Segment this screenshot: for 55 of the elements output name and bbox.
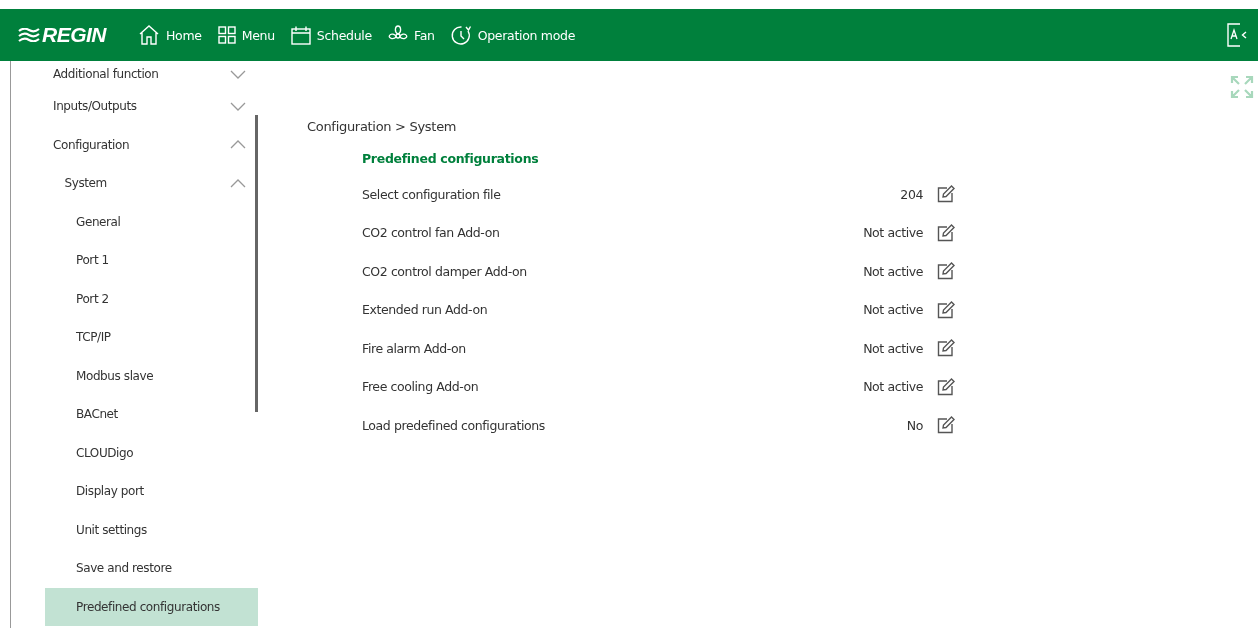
setting-value: Not active [863, 379, 923, 395]
sidebar-item[interactable]: TCP/IP [45, 318, 258, 357]
sidebar-item[interactable]: System [45, 164, 258, 203]
sidebar-item[interactable]: Unit settings [45, 510, 258, 549]
edit-icon[interactable] [937, 416, 956, 435]
sidebar-item[interactable]: Save and restore [45, 549, 258, 588]
sidebar-item[interactable]: Configuration [45, 125, 258, 164]
setting-label: Fire alarm Add-on [362, 340, 467, 356]
chevron-down-icon[interactable] [230, 69, 246, 79]
setting-value: No [906, 417, 923, 433]
setting-value: Not active [863, 340, 923, 356]
edit-icon[interactable] [937, 377, 956, 396]
sidebar-item[interactable]: Modbus slave [45, 356, 258, 395]
setting-label: CO2 control damper Add-on [362, 263, 528, 279]
setting-label: Select configuration file [362, 186, 502, 202]
calendar-icon [290, 25, 311, 45]
logo: REGIN [18, 23, 106, 47]
nav-link[interactable]: Operation mode [450, 24, 576, 46]
chevron-up-icon[interactable] [230, 178, 246, 188]
sidebar-item[interactable]: Predefined configurations [45, 587, 258, 626]
setting-label: Free cooling Add-on [362, 379, 480, 395]
edit-icon[interactable] [937, 185, 956, 204]
sidebar-item[interactable]: Inputs/Outputs [45, 87, 258, 126]
setting-value: Not active [863, 302, 923, 318]
sidebar-item[interactable]: CLOUDigo [45, 433, 258, 472]
setting-value: 204 [900, 186, 923, 202]
breadcrumb: Configuration > System [307, 119, 458, 134]
edit-icon[interactable] [937, 223, 956, 242]
chevron-up-icon[interactable] [230, 140, 246, 150]
setting-label: Load predefined configurations [362, 417, 546, 433]
nav-link[interactable]: Home [138, 24, 202, 46]
chevron-down-icon[interactable] [230, 101, 246, 111]
scrollbar[interactable] [255, 115, 258, 412]
clock-icon [450, 24, 472, 46]
nav-link[interactable]: Fan [387, 24, 435, 46]
setting-value: Not active [863, 263, 923, 279]
section-title: Predefined configurations [362, 151, 540, 166]
text-panel-icon[interactable] [1226, 23, 1248, 47]
nav-link[interactable]: Schedule [290, 24, 372, 46]
edit-icon[interactable] [937, 262, 956, 281]
sidebar-item[interactable]: BACnet [45, 395, 258, 434]
sidebar-item[interactable]: Port 1 [45, 241, 258, 280]
sidebar-item[interactable]: Display port [45, 472, 258, 511]
sidebar-item[interactable]: Additional function [45, 61, 258, 87]
edit-icon[interactable] [937, 300, 956, 319]
waves-icon [18, 28, 40, 42]
sidebar-item[interactable]: General [45, 202, 258, 241]
setting-label: CO2 control fan Add-on [362, 225, 501, 241]
edit-icon[interactable] [937, 339, 956, 358]
sidebar-item[interactable]: Port 2 [45, 279, 258, 318]
home-icon [138, 25, 160, 45]
nav-link[interactable]: Menu [217, 24, 275, 46]
setting-value: Not active [863, 225, 923, 241]
grid-icon [217, 26, 236, 44]
setting-label: Extended run Add-on [362, 302, 489, 318]
